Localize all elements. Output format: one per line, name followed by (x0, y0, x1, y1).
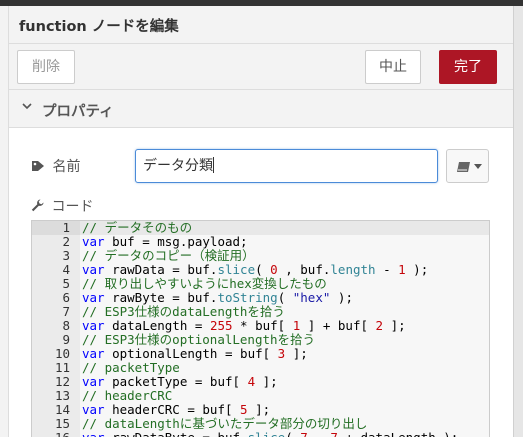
line-number: 10 (54, 346, 70, 361)
code-text: var optionalLength = buf[ 3 ]; (82, 346, 308, 361)
name-label: 名前 (31, 156, 80, 176)
code-line[interactable]: 8 var dataLength = 255 * buf[ 1 ] + buf[ … (32, 318, 489, 333)
code-text: // packetType (82, 360, 180, 375)
code-line[interactable]: 3 // データのコピー（検証用） (32, 248, 489, 263)
line-number: 8 (62, 318, 70, 333)
line-number: 6 (62, 290, 70, 305)
code-text: // データのコピー（検証用） (82, 248, 255, 263)
code-editor[interactable]: 1// データそのもの 2 var buf = msg.payload; 3// デー… (31, 220, 490, 437)
code-text: var packetType = buf[ 4 ]; (82, 374, 278, 389)
code-text: var rawData = buf.slice( 0 , buf.length … (82, 262, 429, 277)
left-edge (0, 6, 9, 437)
code-line[interactable]: 2 var buf = msg.payload; (32, 234, 489, 249)
code-line[interactable]: 6 var rawByte = buf.toString( "hex" ); (32, 290, 489, 305)
code-text: var rawDataByte = buf.slice( 7 , 7 + dat… (82, 431, 458, 437)
code-text: // dataLengthに基づいたデータ部分の切り出し (82, 416, 368, 431)
tag-icon (32, 161, 44, 171)
section-title: プロパティ (42, 104, 114, 120)
line-number: 4 (62, 262, 70, 277)
name-input[interactable]: データ分類 (135, 149, 438, 183)
wrench-icon (31, 199, 44, 212)
code-line[interactable]: 4 var rawData = buf.slice( 0 , buf.length… (32, 262, 489, 277)
line-number: 13 (54, 388, 70, 403)
tray-title: function ノードを編集 (19, 19, 179, 35)
node-library-button[interactable] (446, 149, 489, 183)
code-line[interactable]: 1// データそのもの (32, 220, 489, 235)
line-number: 9 (62, 332, 70, 347)
code-text: // ESP3仕様のdataLengthを拾う (82, 304, 285, 319)
delete-button[interactable]: 削除 (17, 50, 75, 84)
code-line[interactable]: 12 var packetType = buf[ 4 ]; (32, 374, 489, 389)
code-text: var dataLength = 255 * buf[ 1 ] + buf[ 2… (82, 318, 406, 333)
code-line[interactable]: 14 var headerCRC = buf[ 5 ]; (32, 402, 489, 417)
line-number: 3 (62, 248, 70, 263)
line-number: 7 (62, 304, 70, 319)
line-number: 14 (54, 402, 70, 417)
line-number: 16 (32, 431, 70, 437)
book-icon (457, 162, 470, 172)
code-label: コード (31, 196, 93, 216)
tray-header: function ノードを編集 (9, 6, 513, 44)
tray-toolbar: 削除 中止 完了 (9, 44, 513, 90)
code-line[interactable]: 13 // headerCRC (32, 388, 489, 403)
code-text: // データそのもの (82, 220, 193, 235)
scrollbar[interactable] (513, 6, 523, 437)
code-line[interactable]: 10 var optionalLength = buf[ 3 ]; (32, 346, 489, 361)
code-text: var headerCRC = buf[ 5 ]; (82, 402, 271, 417)
code-text: // ESP3仕様のoptionalLengthを拾う (82, 332, 316, 347)
code-line[interactable]: 5 // 取り出しやすいようにhex変換したもの (32, 276, 489, 291)
code-line[interactable]: 11 // packetType (32, 360, 489, 375)
tray-body: プロパティ 名前 データ分類 コード 1// データそのもの 2 var buf =… (9, 90, 513, 437)
caret-down-icon (474, 164, 482, 169)
code-line[interactable]: 7 // ESP3仕様のdataLengthを拾う (32, 304, 489, 319)
code-text: var rawByte = buf.toString( "hex" ); (82, 290, 353, 305)
code-line[interactable]: 9 // ESP3仕様のoptionalLengthを拾う (32, 332, 489, 347)
cancel-button[interactable]: 中止 (365, 50, 421, 84)
properties-section-header[interactable]: プロパティ (9, 90, 513, 128)
code-line[interactable]: 16 var rawDataByte = buf.slice( 7 , 7 + d… (32, 431, 489, 437)
text-caret (213, 157, 214, 173)
line-number: 1 (32, 221, 80, 235)
code-line[interactable]: 15 // dataLengthに基づいたデータ部分の切り出し (32, 416, 489, 431)
line-number: 12 (54, 374, 70, 389)
chevron-down-icon (22, 103, 32, 110)
line-number: 5 (62, 276, 70, 291)
code-text: // 取り出しやすいようにhex変換したもの (82, 276, 327, 291)
line-number: 2 (62, 234, 70, 249)
name-input-value: データ分類 (143, 158, 213, 174)
line-number: 15 (54, 416, 70, 431)
name-label-text: 名前 (52, 159, 81, 175)
done-button[interactable]: 完了 (439, 50, 497, 84)
code-label-text: コード (51, 199, 94, 215)
code-text: // headerCRC (82, 388, 173, 403)
code-text: var buf = msg.payload; (82, 234, 248, 249)
line-number: 11 (54, 360, 70, 375)
